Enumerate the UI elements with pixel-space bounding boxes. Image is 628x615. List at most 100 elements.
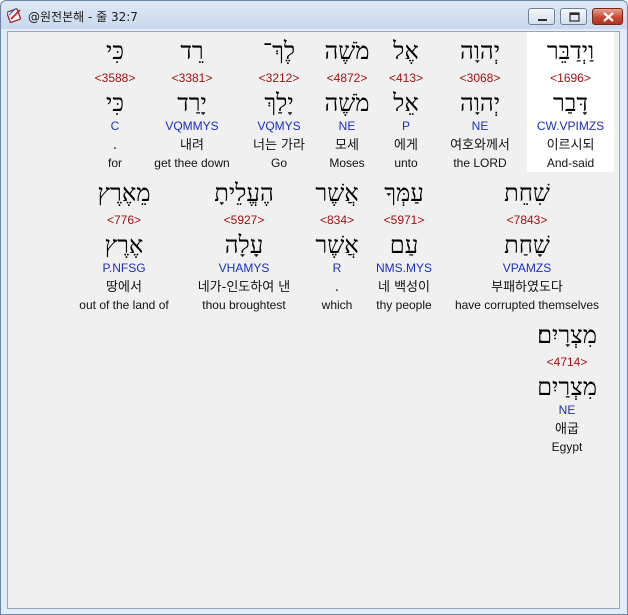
hebrew-lemma: אֲשֶׁר — [315, 231, 359, 259]
morphology-code[interactable]: R — [308, 261, 366, 275]
hebrew-lemma: דָּבַר — [553, 89, 588, 117]
english-gloss: for — [107, 156, 122, 170]
hebrew-lemma: שָׁחַת — [504, 231, 550, 259]
morphology-code[interactable]: NE — [317, 119, 377, 133]
word-cell[interactable]: הֶעֱלֵיתָ <5927> עָלָה VHAMYS 네가-인도하여 낸 … — [182, 180, 306, 320]
korean-gloss: 네가-인도하여 낸 — [197, 280, 291, 295]
hebrew-inflected: אֶל — [393, 37, 419, 65]
morphology-code[interactable]: C — [88, 119, 142, 133]
strong-number[interactable]: <3381> — [147, 71, 237, 85]
morphology-code[interactable]: P.NFSG — [74, 261, 174, 275]
hebrew-inflected: מֵאֶרֶץ — [97, 179, 151, 207]
strong-number[interactable]: <834> — [308, 213, 366, 227]
korean-gloss: 너는 가라 — [253, 138, 305, 153]
morphology-code[interactable]: VQMYS — [243, 119, 315, 133]
hebrew-lemma: יָרַד — [177, 89, 207, 117]
strong-number[interactable]: <5927> — [182, 213, 306, 227]
interlinear-panel[interactable]: וַיְדַבֵּר <1696> דָּבַר CW.VPIMZS 이르시되 … — [7, 31, 620, 609]
word-cell[interactable]: וַיְדַבֵּר <1696> דָּבַר CW.VPIMZS 이르시되 … — [527, 38, 614, 178]
hebrew-inflected: מִצְרָיִם׃ — [537, 321, 597, 349]
morphology-code[interactable]: NMS.MYS — [367, 261, 441, 275]
word-cell[interactable]: מֹשֶׁה <4872> מֹשֶׁה NE 모세 Moses — [317, 38, 377, 178]
korean-gloss: 애굽 — [555, 422, 579, 437]
hebrew-inflected: עַמְּךָ — [384, 179, 424, 207]
hebrew-inflected: רֵד — [180, 37, 204, 65]
window-title: @원전본해 - 줄 32:7 — [28, 10, 138, 24]
hebrew-lemma: מֹשֶׁה — [324, 89, 370, 117]
english-gloss: Go — [270, 156, 287, 170]
close-icon — [603, 12, 614, 22]
hebrew-inflected: מֹשֶׁה — [324, 37, 370, 65]
morphology-code[interactable]: P — [376, 119, 436, 133]
morphology-code[interactable]: VHAMYS — [182, 261, 306, 275]
word-cell[interactable]: יְהוָה <3068> יְהוָה NE 여호와께서 the LORD — [438, 38, 522, 178]
english-gloss: And-said — [546, 156, 595, 170]
korean-gloss: . — [112, 138, 118, 153]
word-cell[interactable]: אֲשֶׁר <834> אֲשֶׁר R . which — [308, 180, 366, 320]
strong-number[interactable]: <3588> — [88, 71, 142, 85]
strong-number[interactable]: <1696> — [527, 71, 614, 85]
strong-number[interactable]: <5971> — [367, 213, 441, 227]
korean-gloss: 여호와께서 — [450, 138, 510, 153]
morphology-code[interactable]: CW.VPIMZS — [527, 119, 614, 133]
korean-gloss: 이르시되 — [546, 138, 595, 153]
morphology-code[interactable]: VQMMYS — [147, 119, 237, 133]
hebrew-lemma: עַם — [389, 231, 419, 259]
strong-number[interactable]: <413> — [376, 71, 436, 85]
english-gloss: Moses — [329, 156, 365, 170]
hebrew-inflected: וַיְדַבֵּר — [546, 37, 595, 65]
english-gloss: unto — [394, 156, 418, 170]
strong-number[interactable]: <7843> — [447, 213, 607, 227]
word-cell[interactable]: עַמְּךָ <5971> עַם NMS.MYS 네 백성이 thy peo… — [367, 180, 441, 320]
english-gloss: the LORD — [453, 156, 507, 170]
strong-number[interactable]: <4714> — [523, 355, 611, 369]
minimize-button[interactable] — [528, 8, 555, 25]
hebrew-inflected: לֶךְ־ — [262, 37, 296, 65]
english-gloss: which — [321, 298, 353, 312]
english-gloss: thou broughtest — [202, 298, 286, 312]
hebrew-lemma: עָלָה — [224, 231, 264, 259]
morphology-code[interactable]: NE — [523, 403, 611, 417]
word-cell[interactable]: מִצְרָיִם׃ <4714> מִצְרַיִם NE 애굽 Egypt — [523, 322, 611, 462]
title-bar[interactable]: @원전본해 - 줄 32:7 — [1, 1, 627, 29]
english-gloss: have corrupted themselves — [454, 298, 600, 312]
word-cell[interactable]: כִּי <3588> כִּי C . for — [88, 38, 142, 178]
word-cell[interactable]: אֶל <413> אֵל P 에게 unto — [376, 38, 436, 178]
hebrew-inflected: כִּי — [105, 37, 125, 65]
morphology-code[interactable]: VPAMZS — [447, 261, 607, 275]
hebrew-lemma: יָלַךְ — [264, 89, 294, 117]
morphology-code[interactable]: NE — [438, 119, 522, 133]
maximize-icon — [569, 12, 580, 22]
strong-number[interactable]: <3068> — [438, 71, 522, 85]
word-cell[interactable]: שִׁחֵת <7843> שָׁחַת VPAMZS 부패하였도다 have … — [447, 180, 607, 320]
korean-gloss: 모세 — [335, 138, 359, 153]
minimize-icon — [538, 19, 547, 21]
hebrew-lemma: כִּי — [105, 89, 125, 117]
hebrew-lemma: מִצְרַיִם — [537, 373, 597, 401]
hebrew-lemma: אֵל — [393, 89, 419, 117]
hebrew-inflected: הֶעֱלֵיתָ — [214, 179, 274, 207]
hebrew-lemma: אֶרֶץ — [104, 231, 144, 259]
korean-gloss: . — [334, 280, 340, 295]
app-window: @원전본해 - 줄 32:7 וַיְדַבֵּר <1696> דָּבַר — [0, 0, 628, 615]
maximize-button[interactable] — [560, 8, 587, 25]
korean-gloss: 에게 — [394, 138, 418, 153]
hebrew-lemma: יְהוָה — [459, 89, 501, 117]
korean-gloss: 네 백성이 — [378, 280, 430, 295]
word-cell[interactable]: רֵד <3381> יָרַד VQMMYS 내려 get thee down — [147, 38, 237, 178]
bible-app-icon[interactable] — [6, 7, 23, 24]
strong-number[interactable]: <4872> — [317, 71, 377, 85]
hebrew-inflected: יְהוָה — [459, 37, 501, 65]
word-cell[interactable]: לֶךְ־ <3212> יָלַךְ VQMYS 너는 가라 Go — [243, 38, 315, 178]
english-gloss: thy people — [376, 298, 432, 312]
word-cell[interactable]: מֵאֶרֶץ <776> אֶרֶץ P.NFSG 땅에서 out of th… — [74, 180, 174, 320]
korean-gloss: 부패하였도다 — [491, 280, 563, 295]
hebrew-inflected: שִׁחֵת — [504, 179, 550, 207]
strong-number[interactable]: <3212> — [243, 71, 315, 85]
strong-number[interactable]: <776> — [74, 213, 174, 227]
close-button[interactable] — [592, 8, 623, 25]
korean-gloss: 땅에서 — [106, 280, 142, 295]
hebrew-inflected: אֲשֶׁר — [315, 179, 359, 207]
english-gloss: out of the land of — [79, 298, 169, 312]
korean-gloss: 내려 — [180, 138, 204, 153]
